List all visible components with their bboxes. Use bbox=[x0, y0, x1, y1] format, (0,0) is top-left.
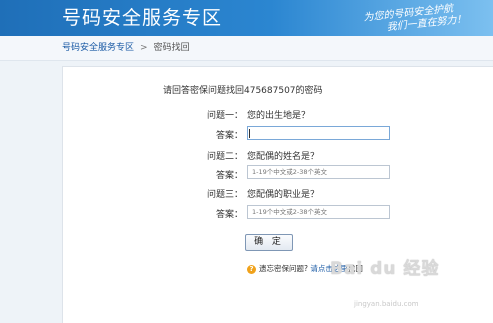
answer-3-label: 答案： bbox=[215, 210, 243, 220]
watermark-url: jingyan.baidu.com bbox=[354, 300, 419, 308]
question-3-label: 问题三： bbox=[206, 190, 243, 200]
answer-1-input[interactable] bbox=[247, 126, 390, 140]
help-prefix: 遗忘密保问题? bbox=[259, 264, 308, 273]
answer-3-input[interactable] bbox=[247, 205, 390, 219]
answer-2-input[interactable] bbox=[247, 165, 390, 179]
header-slogan: 为您的号码安全护航 我们一直在努力！ bbox=[363, 0, 493, 36]
page-title: 号码安全服务专区 bbox=[62, 7, 223, 29]
baidu-watermark: Bai du 经验 jingyan.baidu.com bbox=[330, 254, 440, 308]
intro-text: 请回答密保问题找回475687507的密码 bbox=[163, 86, 323, 96]
confirm-button[interactable]: 确 定 bbox=[245, 234, 293, 251]
recovery-panel: 请回答密保问题找回475687507的密码 问题一： 您的出生地是？ 答案： 问… bbox=[62, 66, 493, 323]
help-icon: ? bbox=[247, 264, 256, 274]
question-2-label: 问题二： bbox=[206, 152, 243, 162]
answer-1-label: 答案： bbox=[215, 131, 243, 141]
question-3-text: 您配偶的职业是？ bbox=[247, 190, 320, 200]
question-2-text: 您配偶的姓名是？ bbox=[247, 152, 320, 162]
breadcrumb-current: 密码找回 bbox=[153, 43, 190, 53]
breadcrumb-home-link[interactable]: 号码安全服务专区 bbox=[62, 43, 134, 53]
breadcrumb: 号码安全服务专区 > 密码找回 bbox=[0, 36, 493, 61]
breadcrumb-separator: > bbox=[140, 43, 148, 53]
question-1-label: 问题一： bbox=[206, 111, 243, 121]
watermark-logo: Bai du 经验 bbox=[330, 259, 440, 279]
answer-2-label: 答案： bbox=[215, 171, 243, 181]
text-caret bbox=[249, 129, 250, 138]
header-banner: 号码安全服务专区 为您的号码安全护航 我们一直在努力！ bbox=[0, 0, 493, 36]
question-1-text: 您的出生地是？ bbox=[247, 111, 311, 121]
